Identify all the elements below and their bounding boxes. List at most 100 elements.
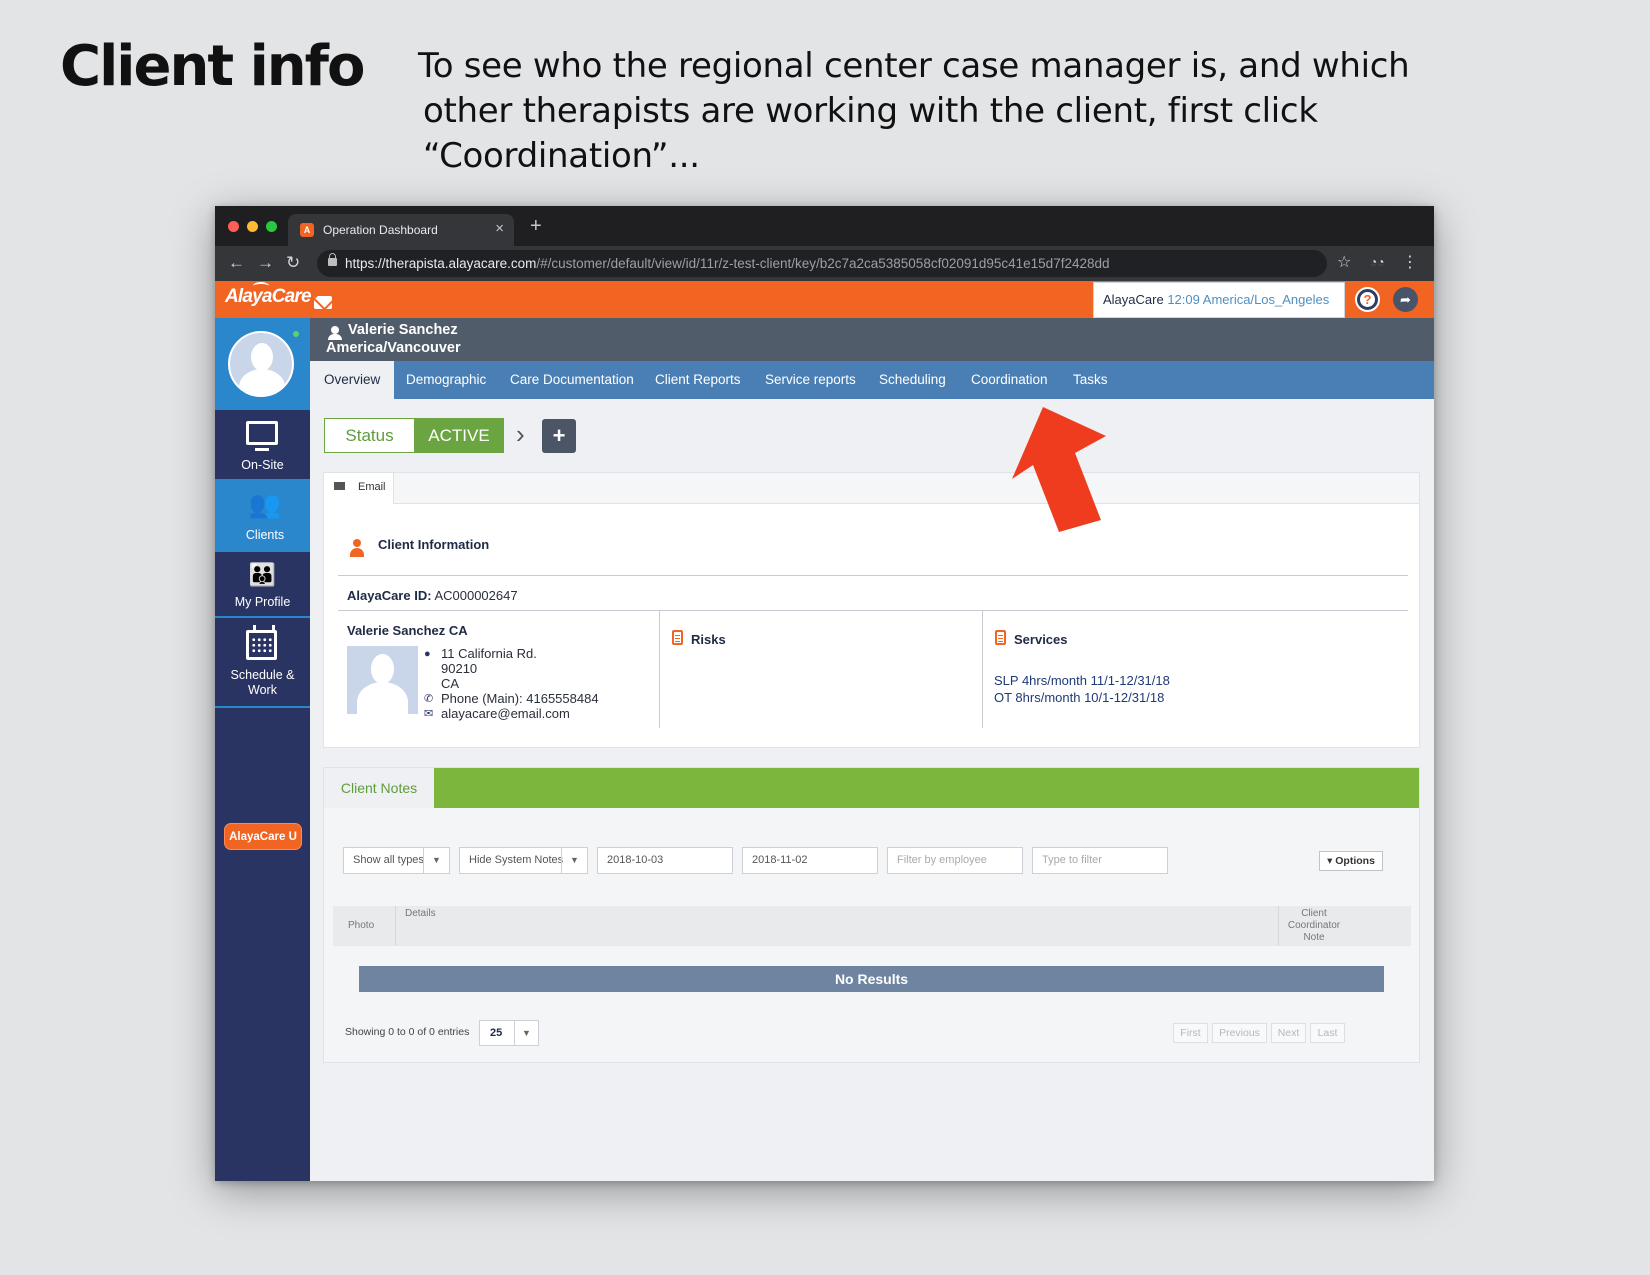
chevron-right-icon[interactable]: › (516, 419, 525, 449)
tab-care-documentation[interactable]: Care Documentation (510, 361, 634, 399)
alayacare-id-label: AlayaCare ID: (347, 588, 432, 603)
slide-caption: To see who the regional center case mana… (418, 44, 1598, 179)
previous-page-button[interactable]: Previous (1212, 1023, 1267, 1043)
tab-close-icon[interactable]: × (495, 220, 504, 237)
share-icon[interactable]: ➦ (1393, 287, 1418, 312)
col-coordinator-note[interactable]: Client Coordinator Note (1281, 908, 1347, 944)
clock-timezone: America/Los_Angeles (1202, 292, 1330, 307)
address-bar: ← → ↻ https://therapista.alayacare.com/#… (215, 246, 1434, 281)
browser-menu-icon[interactable]: ⋮ (1402, 252, 1418, 272)
alayacare-id-value: AC000002647 (434, 588, 518, 603)
risks-title: Risks (691, 632, 726, 647)
favicon-icon: A (300, 223, 314, 237)
alayacare-id: AlayaCare ID: AC000002647 (347, 588, 518, 603)
tab-client-reports[interactable]: Client Reports (655, 361, 741, 399)
services-title: Services (1014, 632, 1068, 647)
chevron-down-icon: ▼ (514, 1021, 538, 1045)
entries-count: Showing 0 to 0 of 0 entries (345, 1026, 470, 1038)
caption-line-2: other therapists are working with the cl… (423, 91, 1318, 176)
alayacare-u-button[interactable]: AlayaCare U (224, 823, 302, 850)
risks-icon (672, 630, 683, 645)
email-address[interactable]: alayacare@email.com (441, 706, 570, 721)
status-toggle[interactable]: Status ACTIVE (324, 418, 504, 453)
email-button[interactable]: Email (324, 473, 394, 504)
client-info-card: Email Client Information AlayaCare ID: A… (323, 472, 1420, 748)
employee-filter-input[interactable]: Filter by employee (887, 847, 1023, 874)
status-label: Status (345, 426, 394, 445)
client-photo (347, 646, 418, 714)
client-notes-card: Client Notes Show all types ▼ Hide Syste… (323, 767, 1420, 1063)
sidebar-item-label-2: Work (248, 683, 277, 697)
column-divider (1278, 906, 1279, 946)
mail-icon[interactable] (314, 296, 332, 309)
date-from-input[interactable]: 2018-10-03 (597, 847, 733, 874)
note-type-select[interactable]: Show all types ▼ (343, 847, 450, 874)
sidebar-item-clients[interactable]: 👥 Clients (215, 481, 315, 552)
client-info-icon (350, 539, 364, 557)
app-topbar: AlayaCare AlayaCare 12:09 America/Los_An… (215, 281, 1434, 318)
last-page-button[interactable]: Last (1310, 1023, 1345, 1043)
user-avatar-area[interactable] (215, 318, 310, 410)
online-status-icon (293, 331, 299, 337)
phone-icon: ✆ (424, 693, 434, 705)
tab-coordination[interactable]: Coordination (971, 361, 1048, 399)
date-to-input[interactable]: 2018-11-02 (742, 847, 878, 874)
page-size-select[interactable]: 25 ▼ (479, 1020, 539, 1046)
tab-service-reports[interactable]: Service reports (765, 361, 856, 399)
slide-title: Client info (60, 34, 365, 99)
help-icon[interactable]: ? (1355, 287, 1380, 312)
services-list: SLP 4hrs/month 11/1-12/31/18 OT 8hrs/mon… (994, 673, 1170, 706)
first-page-button[interactable]: First (1173, 1023, 1208, 1043)
next-page-button[interactable]: Next (1271, 1023, 1306, 1043)
tab-title: Operation Dashboard (323, 223, 438, 237)
lock-icon (328, 253, 337, 266)
close-window-button[interactable] (228, 221, 239, 232)
browser-window: A Operation Dashboard × + ← → ↻ https://… (215, 206, 1434, 1181)
address-state: CA (441, 676, 460, 691)
col-details[interactable]: Details (405, 908, 436, 919)
url-input[interactable]: https://therapista.alayacare.com/#/custo… (317, 250, 1327, 277)
bookmark-star-icon[interactable]: ☆ (1337, 252, 1351, 272)
col-photo[interactable]: Photo (348, 920, 374, 931)
reload-icon[interactable]: ↻ (286, 253, 300, 273)
note-type-value: Show all types (353, 854, 424, 866)
tab-demographic[interactable]: Demographic (406, 361, 486, 399)
tab-tasks[interactable]: Tasks (1073, 361, 1108, 399)
back-icon[interactable]: ← (228, 253, 245, 273)
text-filter-input[interactable]: Type to filter (1032, 847, 1168, 874)
notes-table-header: Photo Details Client Coordinator Note (333, 906, 1411, 946)
no-results-row: No Results (359, 966, 1384, 992)
zoom-window-button[interactable] (266, 221, 277, 232)
sidebar-item-on-site[interactable]: On-Site (215, 410, 310, 481)
email-label: Email (358, 481, 386, 493)
browser-tab[interactable]: A Operation Dashboard × (288, 214, 514, 246)
tab-scheduling[interactable]: Scheduling (879, 361, 946, 399)
sidebar-item-schedule-work[interactable]: Schedule & Work (215, 618, 310, 708)
minimize-window-button[interactable] (247, 221, 258, 232)
main-content: Status ACTIVE › + Email Client Informati… (310, 399, 1434, 1181)
tab-overview[interactable]: Overview (310, 361, 395, 399)
options-button[interactable]: ▾ Options (1319, 851, 1383, 871)
add-button[interactable]: + (542, 419, 576, 453)
url-path: /#/customer/default/view/id/11r/z-test-c… (536, 256, 1110, 271)
sidebar-item-label: Schedule & (230, 668, 295, 682)
service-item: SLP 4hrs/month 11/1-12/31/18 (994, 673, 1170, 688)
tab-client-notes[interactable]: Client Notes (324, 768, 434, 808)
client-name: Valerie Sanchez (348, 322, 458, 338)
service-item: OT 8hrs/month 10/1-12/31/18 (994, 689, 1165, 705)
alayacare-logo[interactable]: AlayaCare (225, 282, 312, 308)
browser-titlebar: A Operation Dashboard × + (215, 206, 1434, 246)
system-notes-select[interactable]: Hide System Notes ▼ (459, 847, 588, 874)
system-notes-value: Hide System Notes (469, 854, 564, 866)
incognito-icon[interactable]: ◔◔ (1370, 255, 1385, 269)
forward-icon[interactable]: → (257, 253, 274, 273)
sidebar-item-label: My Profile (234, 595, 291, 609)
avatar[interactable] (228, 331, 294, 397)
divider (338, 610, 1408, 611)
sidebar-item-my-profile[interactable]: 👪 My Profile (215, 552, 310, 618)
clock-time: 12:09 (1167, 292, 1200, 307)
address-street: 11 California Rd. (441, 646, 537, 661)
column-divider (395, 906, 396, 946)
new-tab-button[interactable]: + (530, 215, 542, 238)
chevron-down-icon: ▼ (561, 848, 587, 873)
